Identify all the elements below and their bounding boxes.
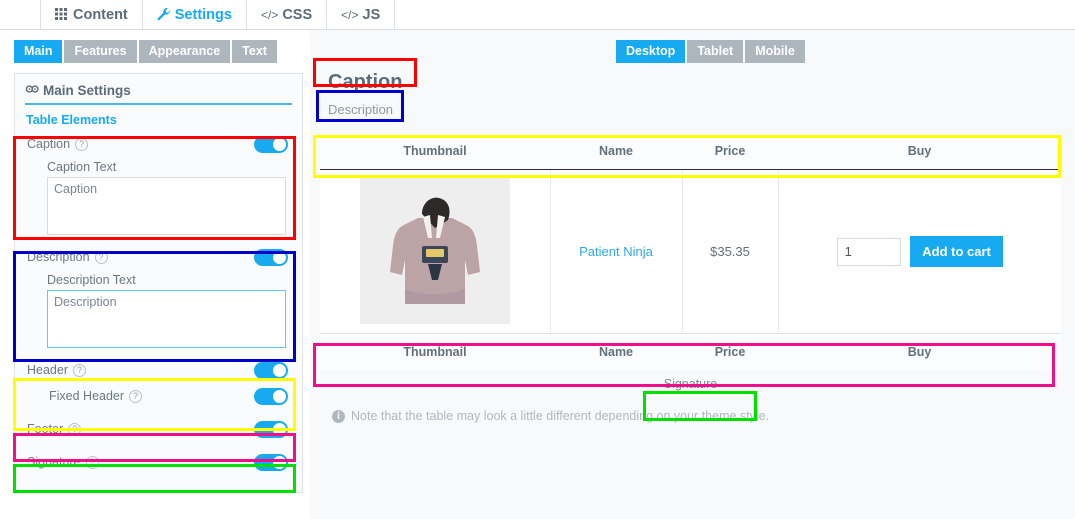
caption-setting-label: Caption [27, 137, 71, 151]
device-tab-tablet[interactable]: Tablet [687, 40, 744, 63]
preview-pane: Desktop Tablet Mobile Caption Descriptio… [310, 30, 1075, 519]
description-help-icon[interactable]: ? [94, 250, 108, 264]
preview-table: Thumbnail Name Price Buy Patient Ninja $… [320, 133, 1061, 370]
description-setting-label: Description [27, 250, 90, 264]
product-price: $35.35 [710, 244, 750, 259]
preview-table-footer: Thumbnail Name Price Buy [320, 333, 1061, 370]
footer-setting-row: Footer ? [25, 416, 292, 442]
description-text-input[interactable] [47, 290, 286, 348]
signature-setting-row: Signature ? [25, 449, 292, 475]
code-icon: </> [260, 7, 279, 22]
column-header-price: Price [682, 133, 778, 170]
caption-setting-row: Caption ? [25, 131, 292, 157]
footer-column-name: Name [550, 333, 682, 370]
nav-tab-js-label: JS [362, 6, 381, 23]
header-toggle[interactable] [254, 361, 288, 379]
settings-sidebar: Main Features Appearance Text Main Setti… [0, 30, 310, 519]
nav-tab-settings[interactable]: Settings [143, 0, 247, 29]
preview-description: Description [328, 102, 394, 117]
nav-tab-settings-label: Settings [174, 6, 232, 23]
caption-setting-group: Caption ? Caption Text [25, 131, 292, 235]
header-setting-row: Header ? [25, 357, 292, 383]
nav-tab-content-label: Content [73, 6, 128, 23]
caption-toggle[interactable] [254, 135, 288, 153]
fixed-header-toggle[interactable] [254, 387, 288, 405]
fixed-header-setting-row: Fixed Header ? [25, 383, 292, 409]
nav-tab-css-label: CSS [282, 6, 313, 23]
footer-column-buy: Buy [778, 333, 1061, 370]
signature-help-icon[interactable]: ? [85, 455, 99, 469]
quantity-input[interactable] [836, 237, 901, 266]
column-header-thumbnail: Thumbnail [320, 133, 550, 170]
info-icon: i [332, 409, 345, 423]
hoodie-product-image[interactable] [359, 176, 510, 324]
header-setting-label: Header [27, 363, 68, 377]
subtab-main[interactable]: Main [14, 40, 63, 63]
caption-text-input[interactable] [47, 177, 286, 235]
preview-caption: Caption [328, 71, 403, 93]
subtab-appearance[interactable]: Appearance [138, 40, 231, 63]
product-name-link[interactable]: Patient Ninja [579, 244, 653, 259]
code-icon: </> [341, 7, 359, 22]
subtab-features[interactable]: Features [64, 40, 137, 63]
nav-tab-js[interactable]: </> JS [327, 0, 396, 29]
preview-table-header: Thumbnail Name Price Buy [320, 133, 1061, 170]
preview-note-text: Note that the table may look a little di… [351, 409, 770, 423]
nav-tab-content[interactable]: Content [40, 0, 143, 29]
nav-tab-css[interactable]: </> CSS [247, 0, 328, 29]
table-header-row: Thumbnail Name Price Buy [320, 133, 1061, 170]
subtab-text[interactable]: Text [232, 40, 277, 63]
column-header-buy: Buy [778, 133, 1061, 170]
caption-text-label: Caption Text [47, 160, 117, 174]
footer-help-icon[interactable]: ? [68, 422, 82, 436]
header-help-icon[interactable]: ? [73, 363, 86, 377]
column-header-name: Name [550, 133, 682, 170]
table-elements-section-label: Table Elements [26, 113, 117, 127]
preview-signature: Signature [663, 377, 718, 391]
wrench-icon [157, 7, 171, 22]
cell-thumbnail [320, 170, 550, 334]
header-setting-group: Header ? Fixed Header ? [25, 357, 292, 409]
device-preview-tabs: Desktop Tablet Mobile [616, 40, 1061, 63]
cell-price: $35.35 [681, 169, 778, 334]
footer-setting-label: Footer [27, 422, 64, 436]
description-setting-group: Description ? Description Text [25, 244, 292, 348]
preview-table-body: Patient Ninja $35.35 Add to cart [320, 169, 1061, 334]
signature-setting-label: Signature [27, 455, 81, 469]
workspace: Main Features Appearance Text Main Setti… [0, 30, 1075, 519]
main-settings-card: Main Settings Table Elements Caption ? C… [13, 73, 303, 493]
main-settings-heading: Main Settings [25, 82, 292, 105]
description-setting-row: Description ? [25, 244, 292, 270]
device-tab-mobile[interactable]: Mobile [745, 40, 805, 63]
cell-buy: Add to cart [777, 169, 1061, 334]
footer-column-thumbnail: Thumbnail [320, 333, 550, 370]
settings-subtab-bar: Main Features Appearance Text [14, 40, 310, 63]
table-row: Patient Ninja $35.35 Add to cart [320, 169, 1061, 334]
main-settings-heading-label: Main Settings [43, 83, 131, 98]
footer-toggle[interactable] [254, 420, 288, 438]
description-toggle[interactable] [254, 248, 288, 266]
cell-name: Patient Ninja [549, 169, 682, 334]
fixed-header-help-icon[interactable]: ? [129, 389, 143, 403]
footer-column-price: Price [682, 333, 778, 370]
description-text-label: Description Text [47, 273, 136, 287]
add-to-cart-button[interactable]: Add to cart [910, 236, 1003, 267]
caption-help-icon[interactable]: ? [75, 137, 89, 151]
device-tab-desktop[interactable]: Desktop [616, 40, 686, 63]
grid-icon [55, 8, 69, 21]
preview-note: i Note that the table may look a little … [320, 409, 1061, 423]
fixed-header-setting-label: Fixed Header [49, 389, 125, 403]
top-navigation-bar: Content Settings </> CSS </> JS [0, 0, 1075, 30]
gear-icon [25, 82, 39, 99]
table-footer-row: Thumbnail Name Price Buy [320, 333, 1061, 370]
signature-toggle[interactable] [254, 453, 288, 471]
